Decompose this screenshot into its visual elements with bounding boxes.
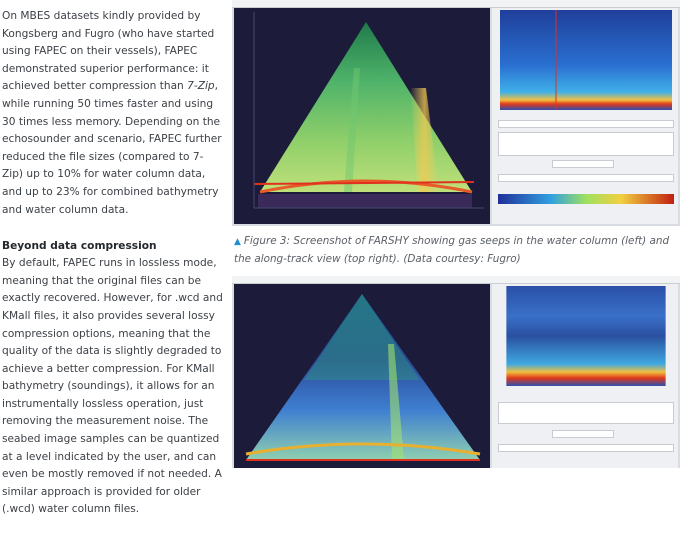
water-column-plot-2 bbox=[234, 284, 490, 468]
triangle-up-icon: ▲ bbox=[234, 237, 241, 247]
figure-4-screenshot bbox=[232, 276, 680, 468]
article-text-column: On MBES datasets kindly provided by Kong… bbox=[2, 8, 224, 537]
along-track-panel-2 bbox=[492, 284, 678, 468]
figure-3-caption: ▲ Figure 3: Screenshot of FARSHY showing … bbox=[234, 235, 670, 265]
along-track-panel bbox=[492, 8, 678, 224]
article-paragraph-1: On MBES datasets kindly provided by Kong… bbox=[2, 10, 222, 216]
app-titlebar-2 bbox=[232, 276, 680, 284]
article-paragraph-2: By default, FAPEC runs in lossless mode,… bbox=[2, 257, 223, 516]
along-track-view-2 bbox=[506, 286, 666, 386]
water-column-plot bbox=[234, 8, 490, 224]
figure-3-screenshot bbox=[232, 0, 680, 226]
app-titlebar bbox=[232, 0, 680, 8]
colorbar bbox=[498, 194, 674, 204]
along-track-view bbox=[500, 10, 672, 110]
emphasis-7zip: 7-Zip bbox=[187, 80, 215, 93]
section-heading: Beyond data compression bbox=[2, 240, 157, 253]
